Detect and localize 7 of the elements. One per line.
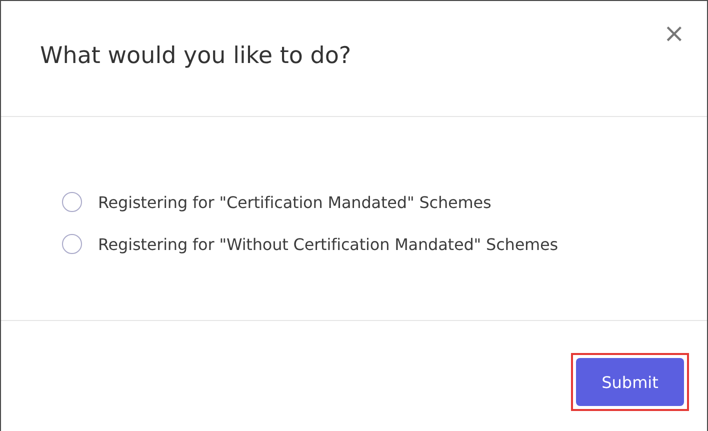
option-label: Registering for "Without Certification Mandated" Schemes [98, 234, 558, 254]
radio-button[interactable] [62, 234, 82, 254]
radio-button[interactable] [62, 192, 82, 212]
close-button[interactable]: × [663, 21, 685, 47]
option-label: Registering for "Certification Mandated" Schemes [98, 192, 492, 212]
dialog-title: What would you like to do? [40, 43, 352, 69]
submit-button[interactable]: Submit [576, 358, 684, 406]
